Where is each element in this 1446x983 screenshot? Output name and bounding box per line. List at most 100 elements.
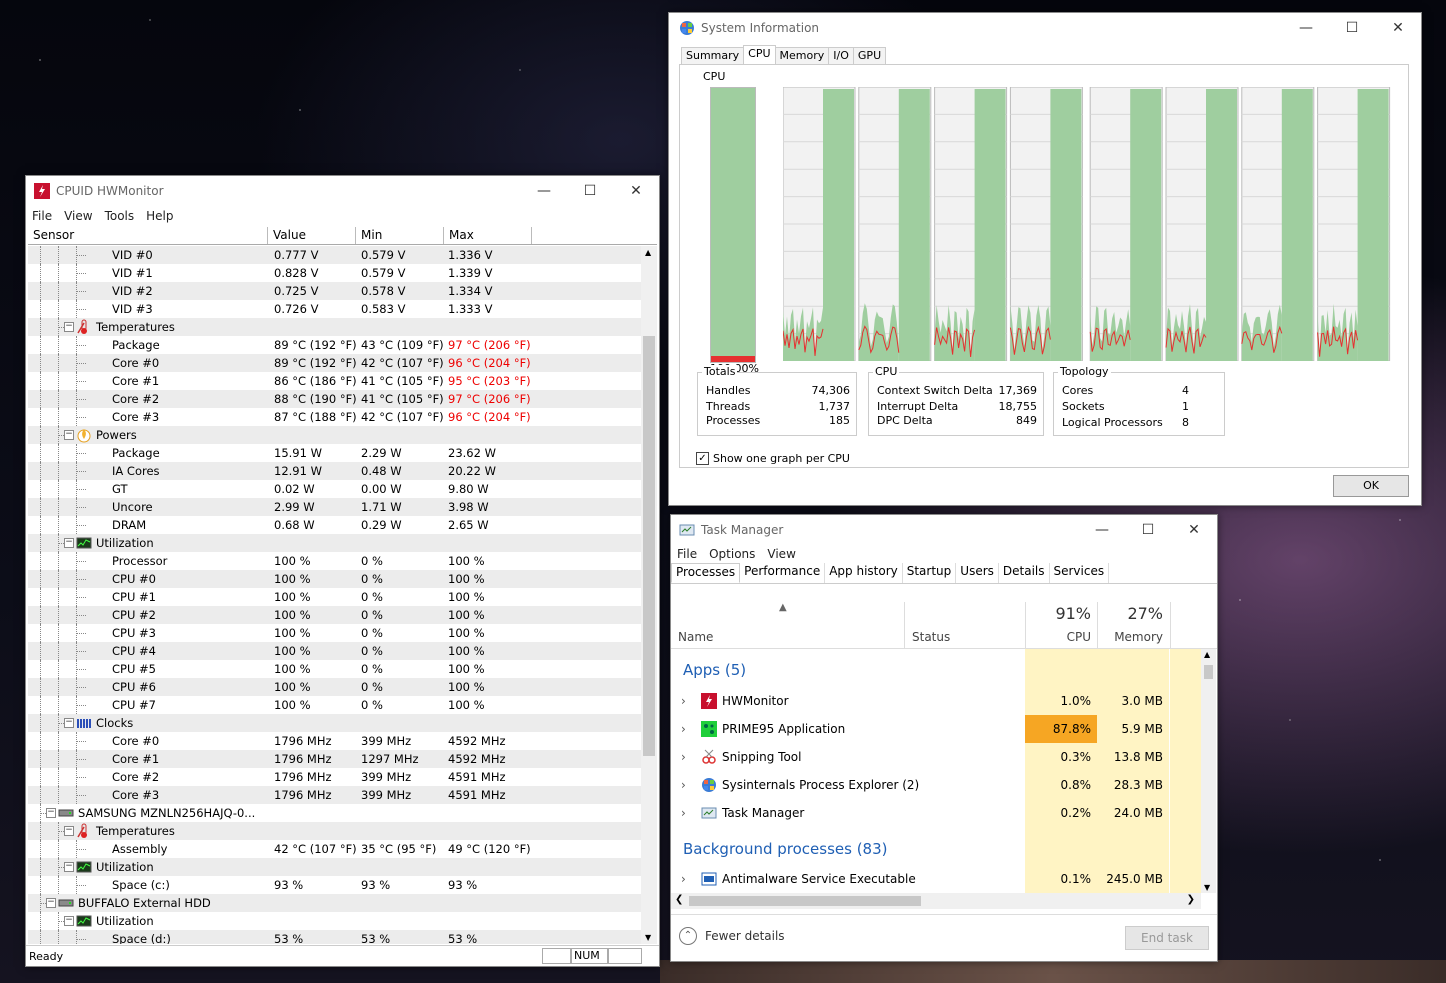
scroll-left-icon[interactable]: ❮ [675,894,683,905]
sensor-row[interactable]: Uncore 2.99 W 1.71 W 3.98 W [28,498,642,516]
column-min[interactable]: Min [356,227,444,244]
sensor-row[interactable]: VID #3 0.726 V 0.583 V 1.333 V [28,300,642,318]
tab-details[interactable]: Details [999,563,1050,583]
minimize-button[interactable]: — [1283,13,1329,43]
sensor-row[interactable]: GT 0.02 W 0.00 W 9.80 W [28,480,642,498]
sensor-row[interactable]: CPU #6 100 % 0 % 100 % [28,678,642,696]
expand-chevron-icon[interactable]: › [681,771,686,799]
sensor-group-row[interactable]: − Clocks [28,714,642,732]
process-row[interactable]: › Snipping Tool 0.3% 13.8 MB [671,743,1203,771]
process-row[interactable]: › Sysinternals Process Explorer (2) 0.8% 28… [671,771,1203,799]
sensor-tree[interactable]: VID #0 0.777 V 0.579 V 1.336 V VID #1 0.828 V… [28,246,642,944]
process-row[interactable]: › HWMonitor 1.0% 3.0 MB [671,687,1203,715]
process-row[interactable]: › Antimalware Service Executable 0.1% 245.0… [671,865,1203,893]
sensor-row[interactable]: CPU #3 100 % 0 % 100 % [28,624,642,642]
sensor-row[interactable]: Core #0 1796 MHz 399 MHz 4592 MHz [28,732,642,750]
sensor-group-row[interactable]: − Utilization [28,912,642,930]
tab-memory[interactable]: Memory [774,47,830,65]
collapse-toggle-icon[interactable]: − [46,898,56,908]
tab-summary[interactable]: Summary [681,47,745,65]
column-value[interactable]: Value [268,227,356,244]
minimize-button[interactable]: — [1079,515,1125,545]
fewer-details-button[interactable]: ⌃ Fewer details [679,927,785,945]
expand-chevron-icon[interactable]: › [681,865,686,893]
ok-button[interactable]: OK [1333,475,1409,497]
sensor-row[interactable]: Space (d:) 53 % 53 % 53 % [28,930,642,944]
expand-chevron-icon[interactable]: › [681,687,686,715]
scroll-down-icon[interactable]: ▼ [1204,883,1210,892]
process-row[interactable]: › PRIME95 Application 87.8% 5.9 MB [671,715,1203,743]
collapse-toggle-icon[interactable]: − [64,538,74,548]
sensor-row[interactable]: Core #3 87 °C (188 °F) 42 °C (107 °F) 96 °C… [28,408,642,426]
sensor-row[interactable]: CPU #1 100 % 0 % 100 % [28,588,642,606]
menu-view[interactable]: View [58,209,98,223]
minimize-button[interactable]: — [521,176,567,206]
sensor-row[interactable]: DRAM 0.68 W 0.29 W 2.65 W [28,516,642,534]
column-max[interactable]: Max [444,227,532,244]
menu-tools[interactable]: Tools [99,209,141,223]
tab-processes[interactable]: Processes [671,563,741,583]
sensor-row[interactable]: Assembly 42 °C (107 °F) 35 °C (95 °F) 49 °C… [28,840,642,858]
collapse-toggle-icon[interactable]: − [64,430,74,440]
sensor-row[interactable]: CPU #2 100 % 0 % 100 % [28,606,642,624]
column-status-header[interactable]: Status [904,602,1025,648]
sensor-row[interactable]: CPU #5 100 % 0 % 100 % [28,660,642,678]
column-memory-header[interactable]: 27% Memory [1097,602,1170,648]
collapse-toggle-icon[interactable]: − [46,808,56,818]
one-graph-per-cpu-checkbox[interactable]: ✓ [696,452,709,465]
sensor-row[interactable]: Core #2 1796 MHz 399 MHz 4591 MHz [28,768,642,786]
sensor-row[interactable]: Core #1 1796 MHz 1297 MHz 4592 MHz [28,750,642,768]
tab-cpu[interactable]: CPU [743,45,776,63]
sensor-row[interactable]: VID #1 0.828 V 0.579 V 1.339 V [28,264,642,282]
column-cpu-header[interactable]: 91% CPU [1025,602,1098,648]
column-next-header[interactable] [1170,602,1205,648]
process-row[interactable]: › Task Manager 0.2% 24.0 MB [671,799,1203,827]
one-graph-per-cpu-option[interactable]: ✓ Show one graph per CPU [696,452,850,465]
sysinfo-titlebar[interactable]: System Information — ☐ ✕ [669,13,1421,43]
expand-chevron-icon[interactable]: › [681,743,686,771]
hscrollbar-thumb[interactable] [689,896,921,906]
column-sensor[interactable]: Sensor [28,227,268,244]
menu-help[interactable]: Help [140,209,179,223]
scroll-up-icon[interactable]: ▲ [645,248,651,257]
menu-view[interactable]: View [761,547,801,561]
tab-performance[interactable]: Performance [740,563,826,583]
sensor-row[interactable]: IA Cores 12.91 W 0.48 W 20.22 W [28,462,642,480]
close-button[interactable]: ✕ [1171,515,1217,545]
sensor-row[interactable]: CPU #0 100 % 0 % 100 % [28,570,642,588]
maximize-button[interactable]: ☐ [1125,515,1171,545]
maximize-button[interactable]: ☐ [1329,13,1375,43]
sensor-row[interactable]: VID #0 0.777 V 0.579 V 1.336 V [28,246,642,264]
expand-chevron-icon[interactable]: › [681,715,686,743]
menu-file[interactable]: File [26,209,58,223]
sensor-row[interactable]: Package 15.91 W 2.29 W 23.62 W [28,444,642,462]
collapse-toggle-icon[interactable]: − [64,718,74,728]
close-button[interactable]: ✕ [1375,13,1421,43]
taskmanager-titlebar[interactable]: Task Manager — ☐ ✕ [671,515,1217,545]
sensor-group-row[interactable]: − SAMSUNG MZNLN256HAJQ-0... [28,804,642,822]
tab-startup[interactable]: Startup [903,563,957,583]
sensor-group-row[interactable]: − Temperatures [28,822,642,840]
scroll-up-icon[interactable]: ▲ [1204,650,1210,659]
tab-services[interactable]: Services [1050,563,1110,583]
collapse-toggle-icon[interactable]: − [64,322,74,332]
tab-gpu[interactable]: GPU [852,47,887,65]
horizontal-scrollbar[interactable]: ❮ ❯ [671,893,1201,909]
sensor-row[interactable]: Processor 100 % 0 % 100 % [28,552,642,570]
menu-options[interactable]: Options [703,547,761,561]
tab-io[interactable]: I/O [828,47,854,65]
vertical-scrollbar[interactable]: ▲ ▼ [1201,649,1216,893]
collapse-toggle-icon[interactable]: − [64,826,74,836]
tab-users[interactable]: Users [956,563,999,583]
menu-file[interactable]: File [671,547,703,561]
tab-app-history[interactable]: App history [825,563,903,583]
sensor-group-row[interactable]: − Temperatures [28,318,642,336]
sensor-row[interactable]: Core #0 89 °C (192 °F) 42 °C (107 °F) 96 °C… [28,354,642,372]
end-task-button[interactable]: End task [1125,926,1209,950]
process-list[interactable]: Apps (5) Background processes (83) › HWMo… [671,649,1203,893]
scrollbar-thumb[interactable] [643,336,655,756]
close-button[interactable]: ✕ [613,176,659,206]
scroll-down-icon[interactable]: ▼ [645,933,651,942]
column-name[interactable]: Name [678,630,713,644]
expand-chevron-icon[interactable]: › [681,799,686,827]
